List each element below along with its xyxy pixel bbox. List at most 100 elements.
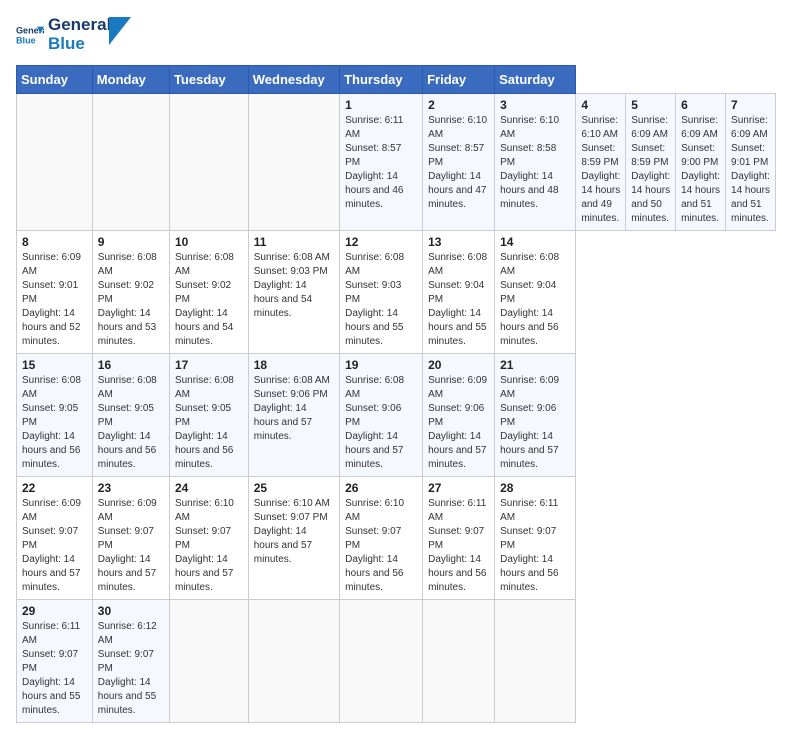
calendar-week-row: 1 Sunrise: 6:11 AMSunset: 8:57 PMDayligh…: [17, 94, 776, 231]
calendar-cell: 22 Sunrise: 6:09 AMSunset: 9:07 PMDaylig…: [17, 477, 93, 600]
day-number: 4: [581, 98, 620, 112]
calendar-cell: [248, 94, 339, 231]
calendar-day-header: Thursday: [340, 66, 423, 94]
calendar-cell: 6 Sunrise: 6:09 AMSunset: 9:00 PMDayligh…: [676, 94, 726, 231]
calendar-cell: 21 Sunrise: 6:09 AMSunset: 9:06 PMDaylig…: [495, 354, 576, 477]
calendar-cell: 25 Sunrise: 6:10 AMSunset: 9:07 PMDaylig…: [248, 477, 339, 600]
day-number: 17: [175, 358, 243, 372]
day-number: 14: [500, 235, 570, 249]
calendar-day-header: Tuesday: [169, 66, 248, 94]
svg-text:Blue: Blue: [16, 35, 36, 45]
day-info: Sunrise: 6:09 AMSunset: 9:01 PMDaylight:…: [731, 114, 770, 226]
day-number: 26: [345, 481, 417, 495]
calendar-cell: [423, 600, 495, 723]
day-info: Sunrise: 6:08 AMSunset: 9:03 PMDaylight:…: [345, 251, 417, 349]
day-info: Sunrise: 6:08 AMSunset: 9:06 PMDaylight:…: [254, 374, 334, 444]
day-info: Sunrise: 6:08 AMSunset: 9:04 PMDaylight:…: [428, 251, 489, 349]
day-number: 21: [500, 358, 570, 372]
calendar-cell: 2 Sunrise: 6:10 AMSunset: 8:57 PMDayligh…: [423, 94, 495, 231]
logo-text-general: General: [48, 16, 111, 35]
day-number: 25: [254, 481, 334, 495]
logo-text-blue: Blue: [48, 35, 111, 54]
day-info: Sunrise: 6:10 AMSunset: 8:57 PMDaylight:…: [428, 114, 489, 212]
day-info: Sunrise: 6:09 AMSunset: 9:07 PMDaylight:…: [22, 497, 87, 595]
day-info: Sunrise: 6:08 AMSunset: 9:03 PMDaylight:…: [254, 251, 334, 321]
day-info: Sunrise: 6:08 AMSunset: 9:02 PMDaylight:…: [98, 251, 164, 349]
calendar-cell: [169, 94, 248, 231]
calendar-cell: 24 Sunrise: 6:10 AMSunset: 9:07 PMDaylig…: [169, 477, 248, 600]
calendar-cell: [248, 600, 339, 723]
logo: General Blue General Blue: [16, 16, 131, 53]
day-number: 11: [254, 235, 334, 249]
day-info: Sunrise: 6:08 AMSunset: 9:05 PMDaylight:…: [175, 374, 243, 472]
calendar-cell: 8 Sunrise: 6:09 AMSunset: 9:01 PMDayligh…: [17, 231, 93, 354]
calendar-day-header: Wednesday: [248, 66, 339, 94]
calendar-cell: 23 Sunrise: 6:09 AMSunset: 9:07 PMDaylig…: [92, 477, 169, 600]
calendar-cell: [17, 94, 93, 231]
day-number: 7: [731, 98, 770, 112]
day-info: Sunrise: 6:09 AMSunset: 8:59 PMDaylight:…: [631, 114, 670, 226]
day-info: Sunrise: 6:08 AMSunset: 9:02 PMDaylight:…: [175, 251, 243, 349]
logo-arrow-icon: [109, 17, 131, 45]
day-info: Sunrise: 6:11 AMSunset: 9:07 PMDaylight:…: [500, 497, 570, 595]
calendar-cell: 16 Sunrise: 6:08 AMSunset: 9:05 PMDaylig…: [92, 354, 169, 477]
calendar-cell: 17 Sunrise: 6:08 AMSunset: 9:05 PMDaylig…: [169, 354, 248, 477]
calendar-cell: 20 Sunrise: 6:09 AMSunset: 9:06 PMDaylig…: [423, 354, 495, 477]
day-info: Sunrise: 6:08 AMSunset: 9:04 PMDaylight:…: [500, 251, 570, 349]
calendar-cell: 26 Sunrise: 6:10 AMSunset: 9:07 PMDaylig…: [340, 477, 423, 600]
day-number: 12: [345, 235, 417, 249]
logo-icon: General Blue: [16, 21, 44, 49]
calendar-cell: 4 Sunrise: 6:10 AMSunset: 8:59 PMDayligh…: [576, 94, 626, 231]
calendar-cell: [92, 94, 169, 231]
day-number: 3: [500, 98, 570, 112]
day-number: 1: [345, 98, 417, 112]
calendar-header: SundayMondayTuesdayWednesdayThursdayFrid…: [17, 66, 776, 94]
day-info: Sunrise: 6:11 AMSunset: 9:07 PMDaylight:…: [428, 497, 489, 595]
day-number: 20: [428, 358, 489, 372]
calendar-cell: 14 Sunrise: 6:08 AMSunset: 9:04 PMDaylig…: [495, 231, 576, 354]
day-number: 10: [175, 235, 243, 249]
day-number: 24: [175, 481, 243, 495]
day-number: 15: [22, 358, 87, 372]
day-info: Sunrise: 6:10 AMSunset: 9:07 PMDaylight:…: [175, 497, 243, 595]
day-info: Sunrise: 6:09 AMSunset: 9:06 PMDaylight:…: [500, 374, 570, 472]
day-number: 27: [428, 481, 489, 495]
header: General Blue General Blue: [16, 16, 776, 53]
day-number: 19: [345, 358, 417, 372]
day-number: 22: [22, 481, 87, 495]
calendar-cell: 11 Sunrise: 6:08 AMSunset: 9:03 PMDaylig…: [248, 231, 339, 354]
calendar-day-header: Friday: [423, 66, 495, 94]
day-number: 16: [98, 358, 164, 372]
calendar-cell: [495, 600, 576, 723]
calendar-cell: 3 Sunrise: 6:10 AMSunset: 8:58 PMDayligh…: [495, 94, 576, 231]
calendar-day-header: Sunday: [17, 66, 93, 94]
calendar-cell: 18 Sunrise: 6:08 AMSunset: 9:06 PMDaylig…: [248, 354, 339, 477]
day-number: 9: [98, 235, 164, 249]
page-container: General Blue General Blue SundayMondayTu…: [16, 16, 776, 723]
day-info: Sunrise: 6:09 AMSunset: 9:01 PMDaylight:…: [22, 251, 87, 349]
calendar-week-row: 29 Sunrise: 6:11 AMSunset: 9:07 PMDaylig…: [17, 600, 776, 723]
calendar-week-row: 8 Sunrise: 6:09 AMSunset: 9:01 PMDayligh…: [17, 231, 776, 354]
day-info: Sunrise: 6:08 AMSunset: 9:05 PMDaylight:…: [22, 374, 87, 472]
day-number: 5: [631, 98, 670, 112]
calendar-cell: [169, 600, 248, 723]
calendar-body: 1 Sunrise: 6:11 AMSunset: 8:57 PMDayligh…: [17, 94, 776, 723]
calendar-day-header: Saturday: [495, 66, 576, 94]
day-info: Sunrise: 6:12 AMSunset: 9:07 PMDaylight:…: [98, 620, 164, 718]
day-info: Sunrise: 6:11 AMSunset: 9:07 PMDaylight:…: [22, 620, 87, 718]
calendar-cell: 1 Sunrise: 6:11 AMSunset: 8:57 PMDayligh…: [340, 94, 423, 231]
calendar-cell: [340, 600, 423, 723]
calendar-cell: 30 Sunrise: 6:12 AMSunset: 9:07 PMDaylig…: [92, 600, 169, 723]
day-number: 23: [98, 481, 164, 495]
day-info: Sunrise: 6:09 AMSunset: 9:00 PMDaylight:…: [681, 114, 720, 226]
calendar-cell: 15 Sunrise: 6:08 AMSunset: 9:05 PMDaylig…: [17, 354, 93, 477]
day-number: 29: [22, 604, 87, 618]
calendar-cell: 5 Sunrise: 6:09 AMSunset: 8:59 PMDayligh…: [626, 94, 676, 231]
day-number: 13: [428, 235, 489, 249]
day-number: 30: [98, 604, 164, 618]
day-number: 2: [428, 98, 489, 112]
day-info: Sunrise: 6:10 AMSunset: 8:59 PMDaylight:…: [581, 114, 620, 226]
calendar-cell: 7 Sunrise: 6:09 AMSunset: 9:01 PMDayligh…: [726, 94, 776, 231]
calendar-cell: 13 Sunrise: 6:08 AMSunset: 9:04 PMDaylig…: [423, 231, 495, 354]
day-number: 6: [681, 98, 720, 112]
